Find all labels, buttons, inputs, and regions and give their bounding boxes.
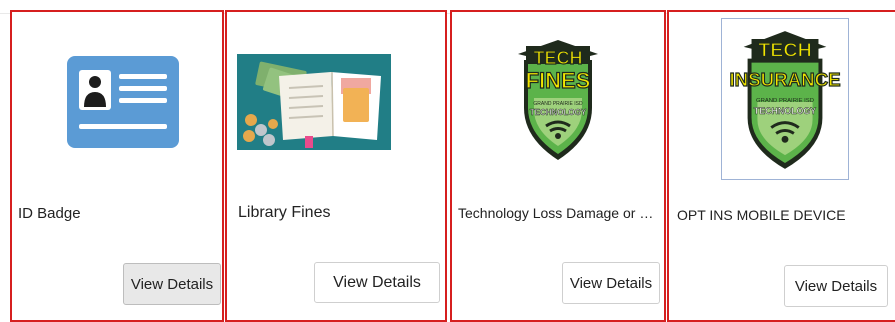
tech-fines-badge: TECH FINES GRAND PRAIRIE ISD TECHNOLOGY [518,40,598,160]
svg-text:INSURANCE: INSURANCE [729,69,840,90]
product-card-id-badge[interactable]: ID Badge View Details [10,10,224,322]
svg-text:TECHNOLOGY: TECHNOLOGY [754,106,816,116]
product-card-technology-loss[interactable]: TECH FINES GRAND PRAIRIE ISD TECHNOLOGY … [450,10,666,322]
tech-insurance-badge: TECH INSURANCE GRAND PRAIRIE ISD TECHNOL… [721,18,849,180]
svg-text:TECH: TECH [534,48,583,68]
product-title: Technology Loss Damage or Rep... [458,205,658,221]
product-title: ID Badge [18,205,81,222]
view-details-button[interactable]: View Details [562,262,660,304]
view-details-button[interactable]: View Details [123,263,221,305]
product-title: Library Fines [238,204,331,221]
id-badge-icon [67,56,179,148]
product-title: OPT INS MOBILE DEVICE [677,207,846,223]
svg-text:GRAND PRAIRIE ISD: GRAND PRAIRIE ISD [756,98,814,104]
view-details-button[interactable]: View Details [784,265,888,307]
svg-text:FINES: FINES [526,68,591,93]
svg-text:GRAND PRAIRIE ISD: GRAND PRAIRIE ISD [533,101,583,107]
product-card-opt-ins-mobile-device[interactable]: TECH INSURANCE GRAND PRAIRIE ISD TECHNOL… [667,10,895,322]
product-card-library-fines[interactable]: Library Fines View Details [225,10,447,322]
library-fines-illustration [237,54,391,150]
view-details-button[interactable]: View Details [314,262,440,303]
svg-text:TECHNOLOGY: TECHNOLOGY [530,108,587,117]
svg-text:TECH: TECH [758,40,812,62]
